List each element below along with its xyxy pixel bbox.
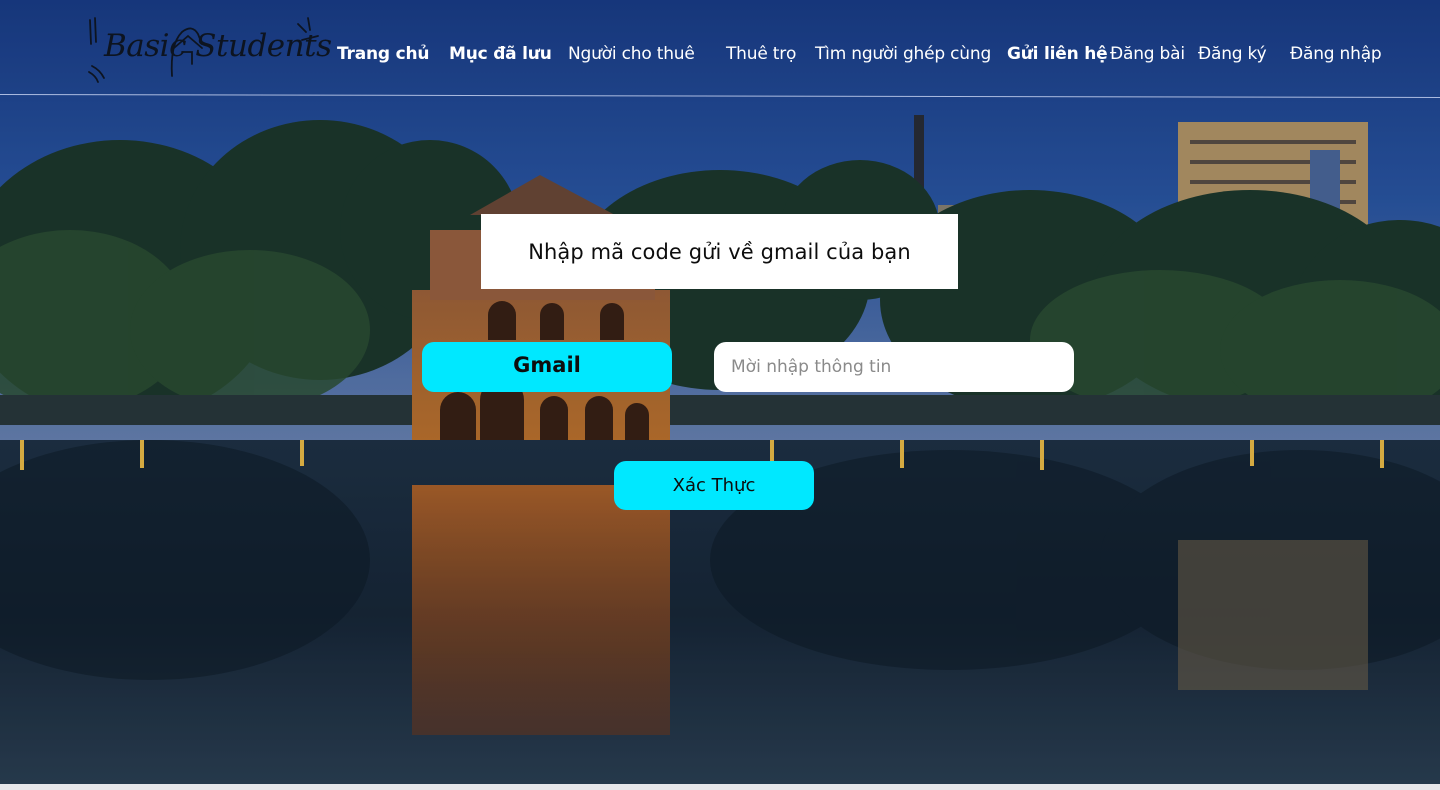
code-input[interactable] (714, 342, 1074, 392)
site-header: Basic Students Trang chủ Mục đã lưu Ngườ… (0, 0, 1440, 99)
verify-title: Nhập mã code gửi về gmail của bạn (528, 239, 911, 264)
main-nav: Trang chủ Mục đã lưu Người cho thuê Thuê… (0, 44, 1440, 70)
gmail-label-text: Gmail (513, 353, 581, 377)
verify-title-card: Nhập mã code gửi về gmail của bạn (481, 214, 958, 289)
nav-rent-room[interactable]: Thuê trọ (726, 44, 796, 64)
gmail-label: Gmail (422, 342, 672, 392)
nav-home[interactable]: Trang chủ (337, 44, 429, 64)
nav-find-roommate[interactable]: Tìm người ghép cùng (815, 44, 991, 64)
page-bottom-edge (0, 784, 1440, 790)
nav-saved[interactable]: Mục đã lưu (449, 44, 552, 64)
nav-register[interactable]: Đăng ký (1198, 44, 1267, 64)
nav-post[interactable]: Đăng bài (1110, 44, 1185, 64)
nav-landlords[interactable]: Người cho thuê (568, 44, 695, 64)
background-photo (0, 0, 1440, 790)
verify-button[interactable]: Xác Thực (614, 461, 814, 510)
nav-login[interactable]: Đăng nhập (1290, 44, 1382, 64)
nav-contact[interactable]: Gửi liên hệ (1007, 44, 1108, 64)
